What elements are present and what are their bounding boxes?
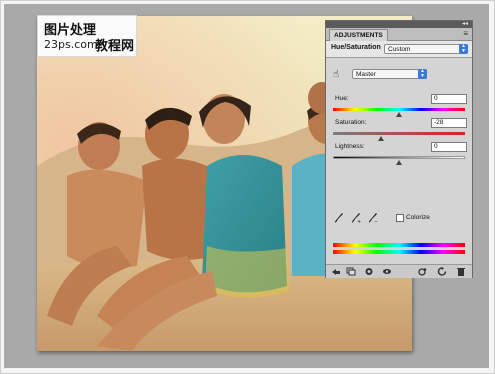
expanded-view-icon[interactable] (346, 267, 356, 276)
svg-text:−: − (374, 219, 378, 224)
channel-dropdown[interactable]: Master ▲ ▼ (352, 69, 427, 79)
saturation-slider-track[interactable] (333, 132, 465, 135)
watermark: 图片处理 23ps.com 教程网 (37, 15, 137, 57)
colorize-label: Colorize (406, 214, 430, 221)
return-to-list-icon[interactable] (331, 267, 341, 276)
lightness-input[interactable]: 0 (431, 142, 467, 152)
input-color-bar (333, 243, 465, 247)
saturation-slider-thumb[interactable] (377, 136, 384, 141)
eyedropper-plus-icon[interactable]: + (351, 212, 361, 224)
collapse-arrows-icon[interactable]: ◂◂ (462, 21, 468, 28)
panel-title-bar[interactable]: ◂◂ (326, 21, 472, 28)
dropdown-arrows-icon: ▲ ▼ (459, 44, 468, 54)
tab-adjustments[interactable]: ADJUSTMENTS (329, 29, 388, 41)
hue-label: Hue: (335, 95, 349, 102)
colorize-checkbox[interactable] (396, 214, 404, 222)
panel-bottom-toolbar (326, 264, 472, 278)
svg-text:+: + (357, 219, 361, 224)
dropdown-arrows-icon: ▲ ▼ (418, 69, 427, 79)
adjustments-panel: ◂◂ ADJUSTMENTS ≡ Hue/Saturation Custom ▲… (325, 20, 473, 278)
lightness-label: Lightness: (335, 143, 365, 150)
saturation-label: Saturation: (335, 119, 367, 126)
hue-input[interactable]: 0 (431, 94, 467, 104)
lightness-slider-track[interactable] (333, 156, 465, 159)
watermark-title: 图片处理 (44, 23, 97, 38)
hue-slider-track[interactable] (333, 108, 465, 111)
clip-to-layer-icon[interactable] (364, 267, 374, 276)
panel-menu-icon[interactable]: ≡ (463, 29, 468, 39)
targeted-adjustment-hand-icon[interactable]: ☝ (333, 69, 345, 80)
preset-value: Custom (388, 46, 411, 53)
watermark-subtitle: 教程网 (95, 39, 135, 54)
panel-tab-row: ADJUSTMENTS ≡ (326, 28, 472, 41)
watermark-domain: 23ps.com (44, 38, 98, 51)
eyedropper-minus-icon[interactable]: − (368, 212, 378, 224)
previous-state-icon[interactable] (418, 267, 428, 276)
lightness-slider-thumb[interactable] (396, 160, 402, 165)
reset-icon[interactable] (437, 267, 447, 276)
delete-icon[interactable] (456, 267, 466, 276)
visibility-eye-icon[interactable] (382, 267, 392, 276)
eyedropper-icon[interactable] (334, 212, 344, 224)
adjustment-title: Hue/Saturation (331, 44, 381, 51)
adjustment-header: Hue/Saturation Custom ▲ ▼ (326, 41, 472, 58)
channel-value: Master (356, 71, 376, 78)
preset-dropdown[interactable]: Custom ▲ ▼ (384, 44, 468, 54)
output-color-bar (333, 250, 465, 254)
hue-slider-thumb[interactable] (396, 112, 402, 117)
saturation-input[interactable]: -28 (431, 118, 467, 128)
